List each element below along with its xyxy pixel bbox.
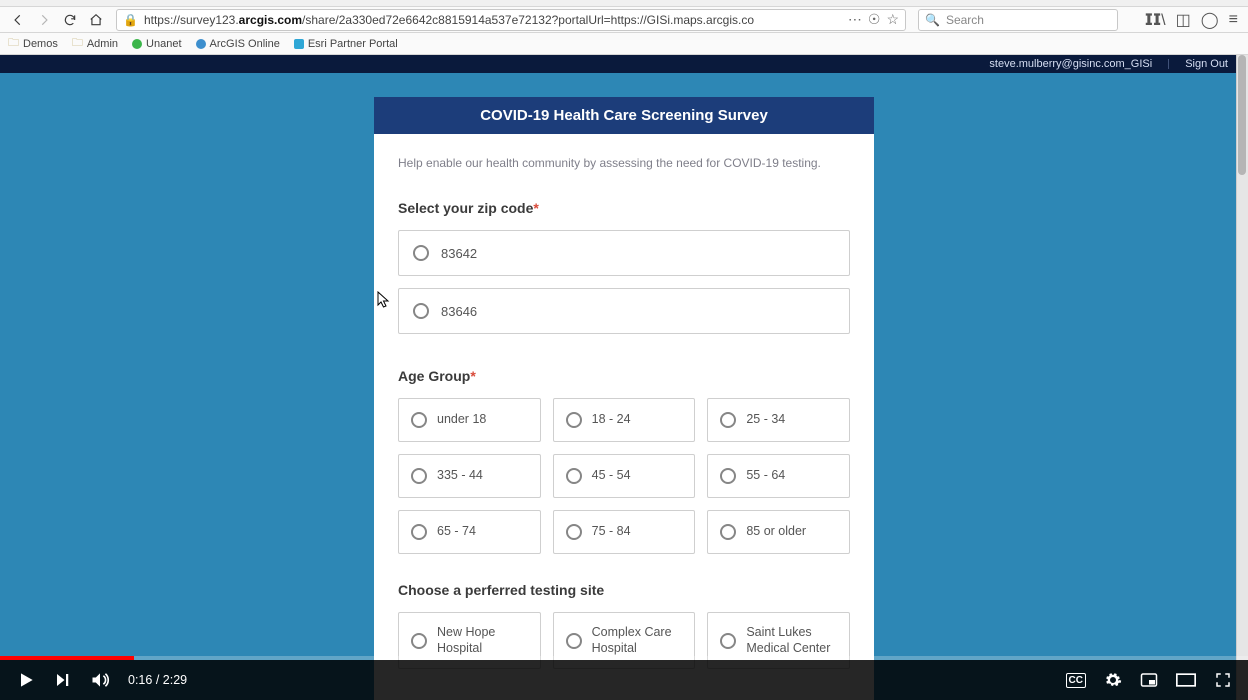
favicon-icon xyxy=(196,39,206,49)
folder-icon: 🗀 xyxy=(72,34,83,53)
bookmark-arcgis[interactable]: ArcGIS Online xyxy=(196,38,280,50)
forward-button[interactable] xyxy=(32,10,56,30)
address-bar-row: 🔒 https://survey123.arcgis.com/share/2a3… xyxy=(0,7,1248,33)
volume-button[interactable] xyxy=(90,670,110,690)
radio-icon xyxy=(720,524,736,540)
search-placeholder: Search xyxy=(946,13,984,27)
radio-icon xyxy=(411,524,427,540)
fullscreen-button[interactable] xyxy=(1214,671,1232,689)
bookmark-demos[interactable]: 🗀Demos xyxy=(8,34,58,53)
sign-out-link[interactable]: Sign Out xyxy=(1185,58,1228,70)
radio-icon xyxy=(413,303,429,319)
bookmarks-toolbar: 🗀Demos 🗀Admin Unanet ArcGIS Online Esri … xyxy=(0,33,1248,55)
scrollbar-thumb[interactable] xyxy=(1238,55,1246,175)
captions-button[interactable]: CC xyxy=(1066,673,1086,688)
survey-title: COVID-19 Health Care Screening Survey xyxy=(374,97,874,134)
radio-icon xyxy=(566,524,582,540)
search-icon: 🔍 xyxy=(925,13,940,27)
home-button[interactable] xyxy=(84,10,108,30)
favicon-icon xyxy=(294,39,304,49)
option-label: New Hope Hospital xyxy=(437,625,528,656)
library-icon[interactable]: 𝗜𝗜\ xyxy=(1145,10,1166,30)
page-viewport: steve.mulberry@gisinc.com_GISi Sign Out … xyxy=(0,55,1248,700)
option-label: Saint Lukes Medical Center xyxy=(746,625,837,656)
user-label[interactable]: steve.mulberry@gisinc.com_GISi xyxy=(989,58,1152,70)
play-button[interactable] xyxy=(16,670,36,690)
radio-icon xyxy=(566,633,582,649)
bookmark-unanet[interactable]: Unanet xyxy=(132,38,181,50)
age-option[interactable]: 25 - 34 xyxy=(707,398,850,442)
url-actions: ⋯ ☉ ☆ xyxy=(848,11,899,28)
radio-icon xyxy=(720,412,736,428)
option-label: 55 - 64 xyxy=(746,468,785,484)
bookmark-esri-partner[interactable]: Esri Partner Portal xyxy=(294,38,398,50)
question-zip-label: Select your zip code* xyxy=(398,200,850,216)
theater-button[interactable] xyxy=(1176,673,1196,687)
radio-icon xyxy=(720,633,736,649)
reader-icon[interactable]: ☉ xyxy=(868,11,881,28)
option-label: 83642 xyxy=(441,246,477,261)
question-site-label: Choose a perferred testing site xyxy=(398,582,850,598)
survey-card: COVID-19 Health Care Screening Survey He… xyxy=(374,97,874,700)
option-label: 18 - 24 xyxy=(592,412,631,428)
favicon-icon xyxy=(132,39,142,49)
option-label: 335 - 44 xyxy=(437,468,483,484)
age-option[interactable]: under 18 xyxy=(398,398,541,442)
radio-icon xyxy=(413,245,429,261)
option-label: under 18 xyxy=(437,412,486,428)
bookmark-admin[interactable]: 🗀Admin xyxy=(72,34,118,53)
tab-strip xyxy=(0,0,1248,7)
sidebar-icon[interactable]: ◫ xyxy=(1176,10,1191,30)
age-option[interactable]: 65 - 74 xyxy=(398,510,541,554)
miniplayer-button[interactable] xyxy=(1140,671,1158,689)
radio-icon xyxy=(566,412,582,428)
radio-icon xyxy=(411,468,427,484)
age-option[interactable]: 18 - 24 xyxy=(553,398,696,442)
video-control-bar: 0:16 / 2:29 CC xyxy=(0,660,1248,700)
settings-button[interactable] xyxy=(1104,671,1122,689)
age-option[interactable]: 55 - 64 xyxy=(707,454,850,498)
option-label: 25 - 34 xyxy=(746,412,785,428)
option-label: 45 - 54 xyxy=(592,468,631,484)
scrollbar[interactable] xyxy=(1236,55,1248,700)
radio-icon xyxy=(720,468,736,484)
option-label: 65 - 74 xyxy=(437,524,476,540)
age-option[interactable]: 45 - 54 xyxy=(553,454,696,498)
url-bar[interactable]: 🔒 https://survey123.arcgis.com/share/2a3… xyxy=(116,9,906,31)
age-option[interactable]: 85 or older xyxy=(707,510,850,554)
option-label: Complex Care Hospital xyxy=(592,625,683,656)
menu-icon[interactable]: ≡ xyxy=(1229,11,1238,29)
page-actions-icon[interactable]: ⋯ xyxy=(848,11,862,28)
option-label: 75 - 84 xyxy=(592,524,631,540)
account-icon[interactable]: ◯ xyxy=(1201,10,1219,30)
back-button[interactable] xyxy=(6,10,30,30)
radio-icon xyxy=(411,633,427,649)
next-button[interactable] xyxy=(54,671,72,689)
option-label: 83646 xyxy=(441,304,477,319)
lock-icon: 🔒 xyxy=(123,13,138,27)
reload-button[interactable] xyxy=(58,10,82,30)
radio-icon xyxy=(411,412,427,428)
age-options-grid: under 18 18 - 24 25 - 34 335 - 44 45 - 5… xyxy=(398,398,850,554)
radio-icon xyxy=(566,468,582,484)
age-option[interactable]: 335 - 44 xyxy=(398,454,541,498)
age-option[interactable]: 75 - 84 xyxy=(553,510,696,554)
url-text: https://survey123.arcgis.com/share/2a330… xyxy=(144,13,842,27)
app-top-bar: steve.mulberry@gisinc.com_GISi Sign Out xyxy=(0,55,1248,73)
survey-intro: Help enable our health community by asse… xyxy=(398,156,850,170)
search-bar[interactable]: 🔍 Search xyxy=(918,9,1118,31)
question-age-label: Age Group* xyxy=(398,368,850,384)
video-time: 0:16 / 2:29 xyxy=(128,673,187,687)
option-label: 85 or older xyxy=(746,524,806,540)
zip-option-83646[interactable]: 83646 xyxy=(398,288,850,334)
folder-icon: 🗀 xyxy=(8,34,19,53)
bookmark-star-icon[interactable]: ☆ xyxy=(886,11,899,28)
zip-option-83642[interactable]: 83642 xyxy=(398,230,850,276)
separator xyxy=(1168,59,1169,69)
